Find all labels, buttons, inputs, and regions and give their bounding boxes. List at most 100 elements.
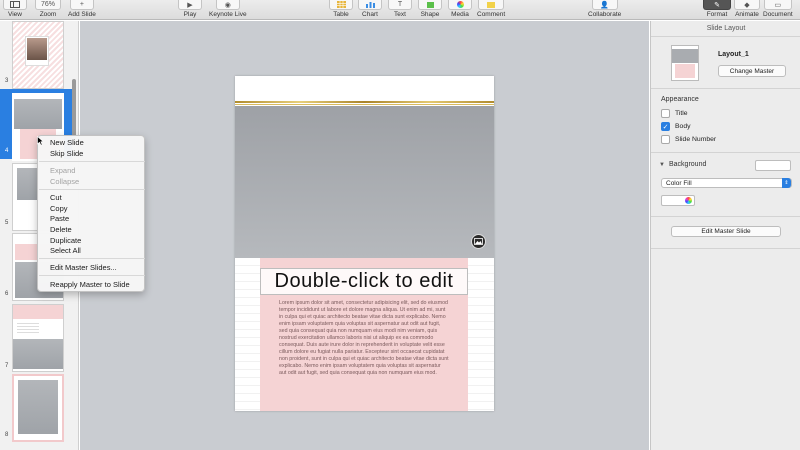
document-button[interactable]: ▭ Document (763, 0, 793, 18)
image-placeholder[interactable] (235, 106, 494, 258)
shape-label: Shape (420, 11, 440, 18)
collaborate-icon: 👤 (591, 0, 618, 10)
slide-canvas[interactable]: Double-click to edit Lorem ipsum dolor s… (80, 21, 649, 450)
keynote-live-label: Keynote Live (209, 11, 247, 18)
zoom-menu[interactable]: 76% Zoom (35, 0, 61, 18)
disclosure-triangle-icon[interactable]: ▼ (659, 162, 665, 168)
title-checkbox[interactable] (661, 109, 670, 118)
format-button[interactable]: ✎ Format (703, 0, 731, 18)
media-placeholder-button[interactable] (471, 234, 486, 249)
change-master-button[interactable]: Change Master (718, 65, 786, 77)
divider (651, 152, 800, 153)
play-button[interactable]: ▶ Play (178, 0, 202, 18)
slide-thumbnail-7[interactable] (12, 304, 64, 372)
slide-thumbnail-3[interactable] (12, 21, 64, 89)
body-checkbox[interactable]: ✓ (661, 122, 670, 131)
menu-separator (39, 275, 145, 276)
zoom-value: 76% (35, 0, 61, 10)
add-slide-label: Add Slide (68, 11, 96, 18)
broadcast-icon: ◉ (215, 0, 240, 10)
keynote-live-button[interactable]: ◉ Keynote Live (209, 0, 247, 18)
edit-master-slide-button[interactable]: Edit Master Slide (671, 226, 781, 237)
menu-item-edit-master-slides[interactable]: Edit Master Slides... (50, 263, 117, 272)
body-checkbox-label: Body (675, 123, 691, 130)
plus-icon: + (69, 0, 94, 10)
media-button[interactable]: Media (448, 0, 472, 18)
comment-icon (478, 0, 505, 10)
menu-separator (39, 161, 145, 162)
body-text[interactable]: Lorem ipsum dolor sit amet, consectetur … (279, 300, 449, 377)
mouse-pointer-icon (37, 136, 44, 146)
chevron-updown-icon: ⇕ (782, 178, 791, 188)
menu-separator (39, 189, 145, 190)
menu-separator (39, 258, 145, 259)
collaborate-label: Collaborate (588, 11, 622, 18)
slide-number: 7 (5, 363, 9, 369)
appearance-label: Appearance (661, 96, 699, 103)
paintbrush-icon: ✎ (703, 0, 731, 10)
chart-button[interactable]: Chart (358, 0, 382, 18)
table-label: Table (333, 11, 349, 18)
slide-number: 8 (5, 432, 9, 438)
menu-item-select-all[interactable]: Select All (50, 246, 81, 255)
slide-number: 5 (5, 220, 9, 226)
collaborate-button[interactable]: 👤 Collaborate (588, 0, 621, 18)
menu-item-collapse: Collapse (50, 177, 80, 186)
menu-item-new-slide[interactable]: New Slide (50, 138, 84, 147)
media-icon (448, 0, 472, 10)
document-icon: ▭ (763, 0, 792, 10)
slide-number-checkbox-label: Slide Number (675, 136, 717, 143)
menu-item-cut[interactable]: Cut (50, 193, 62, 202)
comment-label: Comment (477, 11, 506, 18)
slide-title: Double-click to edit (274, 270, 454, 292)
toolbar: View 76% Zoom + Add Slide ▶ Play ◉ Keyno… (0, 0, 800, 20)
slide-number: 6 (5, 291, 9, 297)
shape-button[interactable]: Shape (418, 0, 442, 18)
background-color-well[interactable] (755, 160, 791, 171)
add-slide-button[interactable]: + Add Slide (68, 0, 96, 18)
gold-rule-thin (235, 104, 494, 105)
animate-button[interactable]: ◆ Animate (734, 0, 760, 18)
table-icon (329, 0, 353, 10)
title-placeholder[interactable]: Double-click to edit (260, 268, 468, 295)
checkmark-icon: ✓ (662, 123, 669, 131)
shape-icon (418, 0, 442, 10)
slide-thumbnail-8[interactable] (12, 374, 64, 442)
menu-item-skip-slide[interactable]: Skip Slide (50, 149, 83, 158)
comment-button[interactable]: Comment (477, 0, 505, 18)
background-label: Background (669, 161, 707, 168)
format-label: Format (706, 11, 728, 18)
text-icon: T (388, 0, 412, 10)
play-label: Play (183, 11, 197, 18)
play-icon: ▶ (178, 0, 202, 10)
diamond-icon: ◆ (734, 0, 760, 10)
media-label: Media (451, 11, 469, 18)
view-button[interactable]: View (3, 0, 27, 18)
fill-type-select[interactable]: Color Fill ⇕ (661, 178, 792, 188)
view-label: View (8, 11, 22, 18)
inspector-title: Slide Layout (651, 21, 800, 37)
menu-item-delete[interactable]: Delete (50, 225, 72, 234)
animate-label: Animate (735, 11, 759, 18)
menu-item-reapply-master[interactable]: Reapply Master to Slide (50, 280, 130, 289)
slide-number-checkbox[interactable] (661, 135, 670, 144)
layout-name: Layout_1 (718, 51, 749, 58)
document-label: Document (763, 11, 793, 18)
table-button[interactable]: Table (329, 0, 353, 18)
zoom-label: Zoom (39, 11, 57, 18)
chart-icon (358, 0, 382, 10)
menu-item-copy[interactable]: Copy (50, 204, 68, 213)
fill-type-value: Color Fill (666, 180, 692, 187)
text-button[interactable]: T Text (388, 0, 412, 18)
color-wheel-icon[interactable] (685, 197, 692, 204)
layout-thumbnail (671, 45, 699, 81)
menu-item-duplicate[interactable]: Duplicate (50, 236, 81, 245)
divider (651, 248, 800, 249)
context-menu: New Slide Skip Slide Expand Collapse Cut… (37, 135, 145, 292)
gold-rule (235, 101, 494, 103)
menu-item-expand: Expand (50, 166, 76, 175)
text-label: Text (394, 11, 406, 18)
menu-item-paste[interactable]: Paste (50, 214, 69, 223)
slide[interactable]: Double-click to edit Lorem ipsum dolor s… (235, 76, 494, 411)
slide-number: 3 (5, 78, 9, 84)
